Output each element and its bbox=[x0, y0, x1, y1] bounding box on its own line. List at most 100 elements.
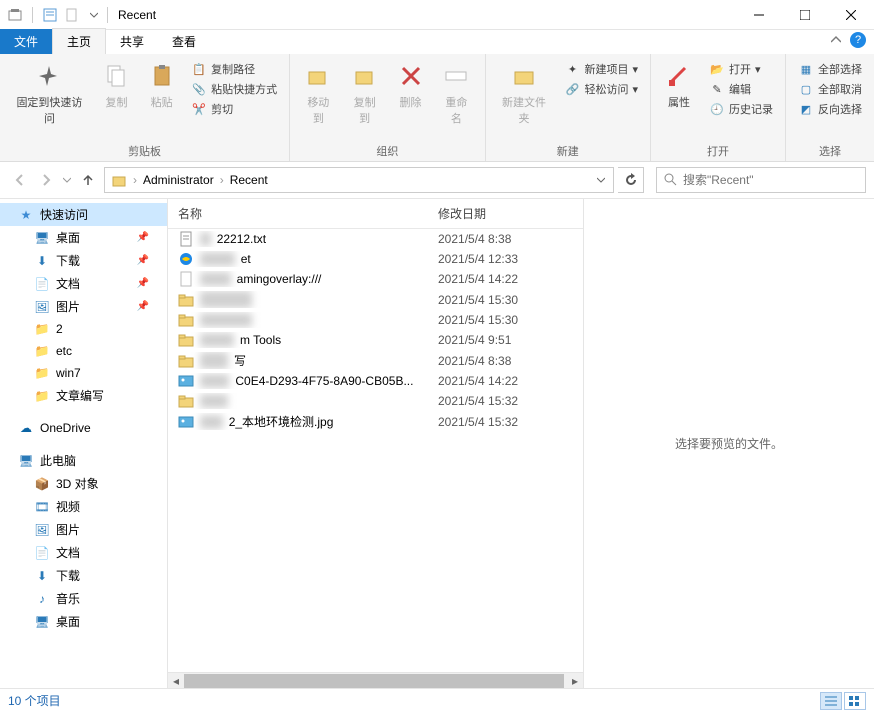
address-dropdown-icon[interactable] bbox=[591, 176, 611, 184]
file-name-hidden: xx0 bbox=[200, 415, 223, 429]
select-all-button[interactable]: ▦全部选择 bbox=[796, 60, 864, 78]
pc-icon: 🖥 bbox=[18, 453, 34, 469]
rename-button[interactable]: 重命名 bbox=[434, 58, 478, 128]
easy-access-button[interactable]: 🔗轻松访问 ▾ bbox=[562, 80, 640, 98]
nav-music[interactable]: ♪音乐 bbox=[0, 587, 167, 610]
nav-up-button[interactable] bbox=[76, 168, 100, 192]
copy-path-button[interactable]: 📋复制路径 bbox=[189, 60, 279, 78]
new-item-button[interactable]: ✦新建项目 ▾ bbox=[562, 60, 640, 78]
history-button[interactable]: 🕘历史记录 bbox=[707, 100, 775, 118]
pictures-icon: 🖼 bbox=[34, 299, 50, 315]
horizontal-scrollbar[interactable]: ◂ ▸ bbox=[168, 672, 583, 688]
maximize-button[interactable] bbox=[782, 0, 828, 30]
search-input[interactable] bbox=[683, 173, 859, 187]
nav-folder-2[interactable]: 📁2 bbox=[0, 318, 167, 340]
pin-icon bbox=[33, 60, 65, 92]
properties-button[interactable]: 属性 bbox=[657, 58, 701, 112]
nav-folder-win7[interactable]: 📁win7 bbox=[0, 362, 167, 384]
group-select-label: 选择 bbox=[792, 141, 868, 159]
file-row[interactable]: xxxxxxxx2021/5/4 15:30 bbox=[168, 310, 583, 330]
history-icon: 🕘 bbox=[709, 101, 725, 117]
file-row[interactable]: System Tools2021/5/4 9:51 bbox=[168, 330, 583, 350]
close-button[interactable] bbox=[828, 0, 874, 30]
file-row[interactable]: {8E8C0E4-D293-4F75-8A90-CB05B...2021/5/4… bbox=[168, 371, 583, 391]
qat-new-icon[interactable] bbox=[63, 6, 81, 24]
copy-to-button[interactable]: 复制到 bbox=[343, 58, 387, 128]
move-to-button[interactable]: 移动到 bbox=[296, 58, 340, 128]
file-list[interactable]: 名称 修改日期 122212.txt2021/5/4 8:38Internet2… bbox=[168, 199, 584, 688]
downloads-icon: ⬇ bbox=[34, 568, 50, 584]
star-icon: ★ bbox=[18, 207, 34, 223]
qat-properties-icon[interactable] bbox=[41, 6, 59, 24]
column-name[interactable]: 名称 bbox=[168, 199, 428, 228]
nav-quick-access[interactable]: ★快速访问 bbox=[0, 203, 167, 226]
file-date: 2021/5/4 15:30 bbox=[428, 313, 583, 327]
file-name-visible: m Tools bbox=[240, 333, 281, 347]
tab-share[interactable]: 共享 bbox=[106, 29, 158, 54]
breadcrumb-seg1[interactable]: Administrator bbox=[139, 173, 218, 187]
scroll-right-icon[interactable]: ▸ bbox=[567, 673, 583, 688]
file-row[interactable]: Internet2021/5/4 12:33 bbox=[168, 249, 583, 269]
app-icon bbox=[6, 6, 24, 24]
address-bar[interactable]: › Administrator › Recent bbox=[104, 167, 614, 193]
nav-pictures2[interactable]: 🖼图片 bbox=[0, 518, 167, 541]
file-row[interactable]: 122212.txt2021/5/4 8:38 bbox=[168, 229, 583, 249]
copy-button[interactable]: 复制 bbox=[95, 58, 138, 112]
minimize-button[interactable] bbox=[736, 0, 782, 30]
nav-this-pc[interactable]: 🖥此电脑 bbox=[0, 449, 167, 472]
file-row[interactable]: ms-gamingoverlay:///2021/5/4 14:22 bbox=[168, 269, 583, 289]
breadcrumb-seg2[interactable]: Recent bbox=[226, 173, 272, 187]
moveto-icon bbox=[302, 60, 334, 92]
file-row[interactable]: xx02_本地环境检测.jpg2021/5/4 15:32 bbox=[168, 411, 583, 432]
nav-videos[interactable]: 🎞视频 bbox=[0, 495, 167, 518]
cut-button[interactable]: ✂️剪切 bbox=[189, 100, 279, 118]
new-folder-button[interactable]: 新建文件夹 bbox=[492, 58, 557, 128]
nav-onedrive[interactable]: ☁OneDrive bbox=[0, 417, 167, 439]
nav-folder-etc[interactable]: 📁etc bbox=[0, 340, 167, 362]
delete-button[interactable]: 删除 bbox=[389, 58, 432, 112]
qat-dropdown-icon[interactable] bbox=[85, 6, 103, 24]
refresh-button[interactable] bbox=[618, 167, 644, 193]
tab-file[interactable]: 文件 bbox=[0, 29, 52, 54]
file-date: 2021/5/4 12:33 bbox=[428, 252, 583, 266]
file-name-hidden: ms-g bbox=[200, 272, 231, 286]
scroll-left-icon[interactable]: ◂ bbox=[168, 673, 184, 688]
nav-recent-dropdown[interactable] bbox=[60, 168, 74, 192]
nav-folder-article[interactable]: 📁文章编写 bbox=[0, 384, 167, 407]
nav-documents2[interactable]: 📄文档 bbox=[0, 541, 167, 564]
nav-downloads2[interactable]: ⬇下载 bbox=[0, 564, 167, 587]
view-details-button[interactable] bbox=[820, 692, 842, 710]
nav-desktop[interactable]: 🖥桌面📌 bbox=[0, 226, 167, 249]
navigation-pane[interactable]: ★快速访问 🖥桌面📌 ⬇下载📌 📄文档📌 🖼图片📌 📁2 📁etc 📁win7 … bbox=[0, 199, 168, 688]
edit-button[interactable]: ✎编辑 bbox=[707, 80, 775, 98]
breadcrumb-root-icon[interactable] bbox=[107, 172, 131, 188]
paste-shortcut-button[interactable]: 📎粘贴快捷方式 bbox=[189, 80, 279, 98]
open-icon: 📂 bbox=[709, 61, 725, 77]
status-item-count: 10 个项目 bbox=[8, 692, 61, 709]
view-icons-button[interactable] bbox=[844, 692, 866, 710]
nav-forward-button[interactable] bbox=[34, 168, 58, 192]
nav-downloads[interactable]: ⬇下载📌 bbox=[0, 249, 167, 272]
file-row[interactable]: 填写写2021/5/4 8:38 bbox=[168, 350, 583, 371]
nav-3d-objects[interactable]: 📦3D 对象 bbox=[0, 472, 167, 495]
invert-selection-button[interactable]: ◩反向选择 bbox=[796, 100, 864, 118]
help-icon[interactable]: ? bbox=[850, 32, 866, 48]
pin-quickaccess-button[interactable]: 固定到快速访问 bbox=[6, 58, 93, 128]
nav-desktop2[interactable]: 🖥桌面 bbox=[0, 610, 167, 633]
nav-pictures[interactable]: 🖼图片📌 bbox=[0, 295, 167, 318]
file-row[interactable]: 系统文件2021/5/4 15:30 bbox=[168, 289, 583, 310]
tab-view[interactable]: 查看 bbox=[158, 29, 210, 54]
scroll-thumb[interactable] bbox=[184, 674, 564, 688]
paste-button[interactable]: 粘贴 bbox=[140, 58, 183, 112]
file-row[interactable]: xxxx2021/5/4 15:32 bbox=[168, 391, 583, 411]
collapse-ribbon-icon[interactable] bbox=[828, 32, 844, 48]
select-none-button[interactable]: ▢全部取消 bbox=[796, 80, 864, 98]
nav-back-button[interactable] bbox=[8, 168, 32, 192]
file-type-icon bbox=[178, 414, 194, 430]
open-button[interactable]: 📂打开 ▾ bbox=[707, 60, 775, 78]
column-date[interactable]: 修改日期 bbox=[428, 199, 583, 228]
tab-home[interactable]: 主页 bbox=[52, 28, 106, 54]
search-box[interactable] bbox=[656, 167, 866, 193]
folder-icon: 📁 bbox=[34, 321, 50, 337]
nav-documents[interactable]: 📄文档📌 bbox=[0, 272, 167, 295]
